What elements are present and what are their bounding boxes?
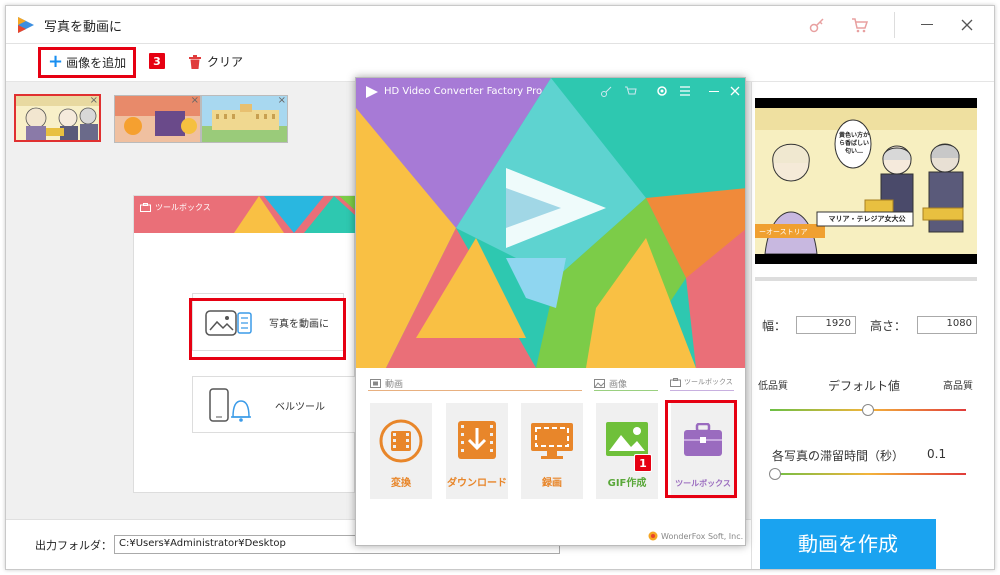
popup-key-icon[interactable] [600, 86, 612, 98]
output-folder-label: 出力フォルダ： [35, 539, 112, 552]
duration-slider-track[interactable] [770, 473, 966, 475]
tile-convert-label: 変換 [391, 478, 411, 489]
gif-image-icon [606, 422, 648, 456]
preview-subtitle: ーオーストリア [759, 228, 808, 236]
toolbox-header: ツールボックス [134, 196, 356, 233]
photo-to-video-highlight [189, 298, 346, 360]
speech-bubble: 黄色い方から香ばしい匂い… [839, 132, 870, 155]
thumbnail-1[interactable]: × [14, 94, 101, 142]
section-image: 画像 [594, 377, 627, 390]
popup-footer: WonderFox Soft, Inc. [648, 531, 743, 541]
phone-bell-icon [209, 388, 251, 422]
popup-close-icon[interactable] [730, 86, 740, 96]
popup-minimize-button[interactable] [709, 91, 719, 92]
popup-cart-icon[interactable] [624, 86, 637, 98]
add-image-button[interactable]: + 画像を追加 [48, 53, 126, 71]
key-icon[interactable] [809, 17, 825, 33]
remove-icon[interactable]: × [278, 96, 286, 106]
section-image-label: 画像 [609, 380, 628, 390]
hd-logo-icon [366, 86, 378, 98]
title-bar: 写真を動画に [6, 6, 994, 44]
download-icon [458, 421, 496, 459]
trash-icon [189, 54, 201, 69]
create-video-button[interactable]: 動画を作成 [760, 519, 936, 569]
clear-label: クリア [207, 55, 244, 69]
clear-button[interactable]: クリア [189, 53, 243, 70]
record-screen-icon [531, 423, 573, 459]
section-video: 動画 [370, 377, 403, 390]
tile-record-label: 録画 [542, 478, 562, 489]
preview-area: 黄色い方から香ばしい匂い… マリア・テレジア女大公 ーオーストリア [755, 98, 977, 264]
preview-caption: マリア・テレジア女大公 [828, 215, 906, 223]
section-image-line [594, 390, 658, 391]
convert-icon [379, 419, 423, 463]
duration-label: 各写真の滞留時間（秒） [772, 449, 905, 463]
film-icon [370, 379, 381, 388]
quality-high-label: 高品質 [943, 381, 973, 392]
section-video-line [368, 390, 582, 391]
tile-record[interactable]: 録画 [521, 403, 583, 499]
quality-slider-knob[interactable] [862, 404, 874, 416]
popup-settings-icon[interactable] [656, 85, 668, 97]
minimize-button[interactable] [921, 24, 933, 25]
toolbox-title: ツールボックス [155, 203, 211, 212]
preview-progress-bar[interactable] [755, 277, 977, 281]
window-title: 写真を動画に [44, 20, 123, 35]
close-icon[interactable] [961, 19, 973, 31]
tile-gif-label: GIF作成 [607, 478, 647, 489]
popup-title: HD Video Converter Factory Pro [384, 86, 543, 97]
bell-tool-label: ベルツール [275, 402, 325, 413]
toolbox-small-icon [140, 203, 151, 212]
tile-download-label: ダウンロード [447, 478, 507, 489]
app-logo-icon [18, 17, 34, 33]
section-toolbox-label: ツールボックス [684, 378, 733, 386]
width-input[interactable]: 1920 [796, 316, 856, 334]
add-image-label: 画像を追加 [66, 55, 127, 70]
converter-popup: HD Video Converter Factory Pro 動画 画像 ツール… [355, 77, 746, 546]
remove-icon[interactable]: × [90, 96, 98, 106]
toolbox-tile-highlight [665, 400, 737, 498]
popup-banner-art [356, 78, 745, 368]
plus-icon: + [48, 51, 64, 72]
thumbnail-2[interactable]: × [114, 95, 201, 143]
remove-icon[interactable]: × [191, 96, 199, 106]
height-label: 高さ： [870, 319, 907, 333]
width-label: 幅： [762, 319, 787, 333]
wonderfox-logo-icon [648, 531, 658, 541]
section-video-label: 動画 [385, 380, 404, 390]
thumbnail-image [16, 96, 99, 140]
tile-convert[interactable]: 変換 [370, 403, 432, 499]
duration-value: 0.1 [927, 447, 947, 461]
cart-icon[interactable] [851, 17, 868, 33]
title-divider [894, 12, 895, 38]
thumbnail-3[interactable]: × [201, 95, 288, 143]
thumbnail-image [202, 96, 287, 142]
section-toolbox: ツールボックス [670, 377, 733, 387]
thumbnail-image [115, 96, 200, 142]
tile-gif[interactable]: GIF作成 [596, 403, 658, 499]
popup-footer-text: WonderFox Soft, Inc. [661, 531, 744, 541]
bell-tool-item[interactable]: ベルツール [192, 376, 362, 433]
step-badge-3: 3 [148, 52, 166, 70]
duration-slider-knob[interactable] [769, 468, 781, 480]
popup-menu-icon[interactable] [679, 85, 691, 97]
quality-default-label: デフォルト値 [828, 379, 901, 393]
quality-low-label: 低品質 [758, 381, 788, 392]
settings-pane: 黄色い方から香ばしい匂い… マリア・テレジア女大公 ーオーストリア 幅： 192… [751, 82, 994, 569]
image-small-icon [594, 379, 605, 388]
height-input[interactable]: 1080 [917, 316, 977, 334]
toolbox-tiny-icon [670, 377, 681, 387]
step-badge-1: 1 [634, 454, 652, 472]
section-toolbox-line [670, 390, 734, 391]
tile-download[interactable]: ダウンロード [446, 403, 508, 499]
